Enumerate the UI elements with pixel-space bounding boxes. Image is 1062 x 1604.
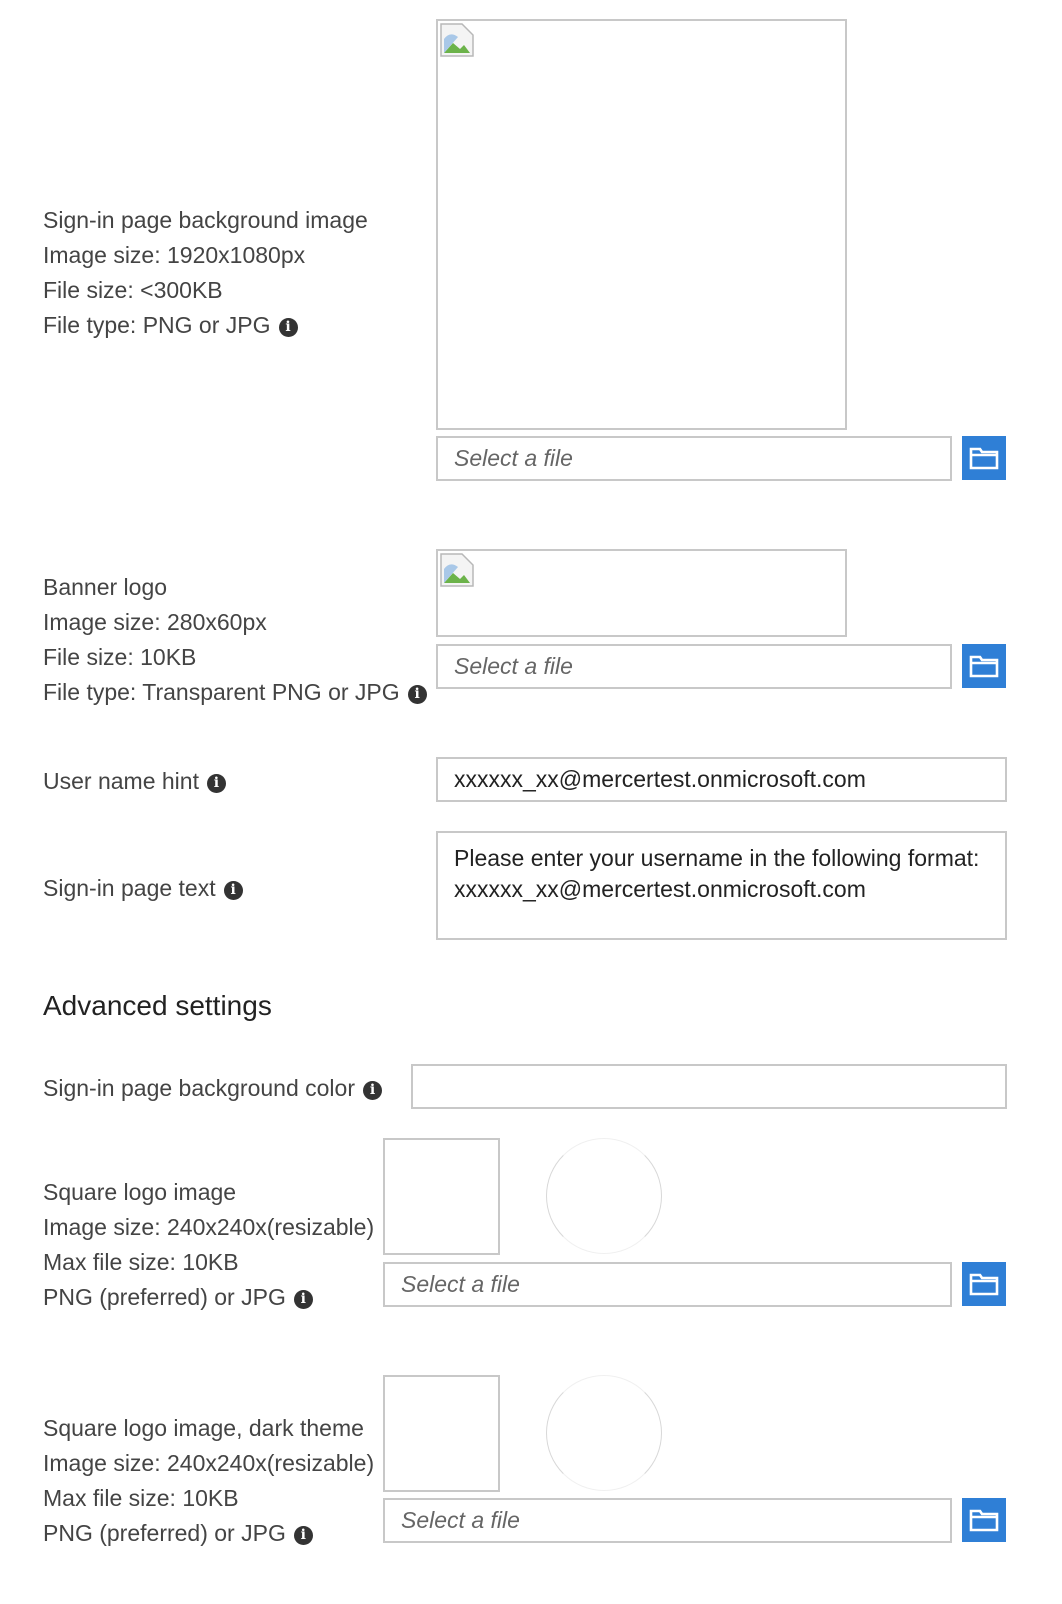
advanced-settings-heading: Advanced settings (43, 990, 272, 1021)
square-logo-dark-title: Square logo image, dark theme (43, 1415, 364, 1441)
background-image-labels: Sign-in page background image Image size… (43, 203, 368, 343)
info-icon[interactable]: i (362, 1081, 382, 1100)
folder-icon (969, 655, 999, 678)
banner-logo-title: Banner logo (43, 574, 168, 600)
signin-text-label: Sign-in page text (43, 875, 216, 901)
info-icon[interactable]: i (278, 318, 298, 337)
username-hint-label-row: User name hint i (43, 764, 226, 799)
background-image-file-input[interactable]: Select a file (436, 436, 952, 481)
info-icon[interactable]: i (293, 1290, 313, 1309)
square-logo-browse-button[interactable] (962, 1262, 1006, 1306)
username-hint-label-line: User name hint i (43, 764, 226, 799)
signin-text-label-line: Sign-in page text i (43, 871, 243, 906)
broken-image-icon (440, 23, 474, 57)
square-logo-dark-round-preview (546, 1375, 662, 1491)
info-icon[interactable]: i (407, 685, 427, 704)
background-image-file-type: File type: PNG or JPG (43, 312, 271, 338)
info-icon[interactable]: i (206, 774, 226, 793)
info-icon[interactable]: i (223, 881, 243, 900)
bg-color-label: Sign-in page background color (43, 1075, 355, 1101)
signin-text-line-2: xxxxxx_xx@mercertest.onmicrosoft.com (454, 876, 866, 902)
background-image-size: Image size: 1920x1080px (43, 242, 306, 268)
username-hint-input[interactable]: xxxxxx_xx@mercertest.onmicrosoft.com (436, 757, 1007, 802)
banner-logo-labels: Banner logo Image size: 280x60px File si… (43, 570, 427, 710)
square-logo-title: Square logo image (43, 1179, 237, 1205)
banner-logo-browse-button[interactable] (962, 644, 1006, 688)
banner-logo-file-size: File size: 10KB (43, 644, 197, 670)
banner-logo-size: Image size: 280x60px (43, 609, 267, 635)
square-logo-size: Image size: 240x240x(resizable) (43, 1214, 375, 1240)
square-logo-dark-file-input[interactable]: Select a file (383, 1498, 952, 1543)
banner-logo-file-type: File type: Transparent PNG or JPG (43, 679, 400, 705)
square-logo-labels: Square logo image Image size: 240x240x(r… (43, 1175, 374, 1315)
square-logo-dark-preview (383, 1375, 500, 1492)
square-logo-dark-file-type-row: PNG (preferred) or JPG i (43, 1516, 374, 1551)
info-icon[interactable]: i (293, 1526, 313, 1545)
background-image-file-size: File size: <300KB (43, 277, 223, 303)
bg-color-label-row: Sign-in page background color i (43, 1071, 382, 1106)
banner-logo-preview (436, 549, 847, 637)
square-logo-dark-file-size: Max file size: 10KB (43, 1485, 239, 1511)
broken-image-icon (440, 553, 474, 587)
square-logo-file-input[interactable]: Select a file (383, 1262, 952, 1307)
square-logo-dark-size: Image size: 240x240x(resizable) (43, 1450, 375, 1476)
square-logo-file-type: PNG (preferred) or JPG (43, 1284, 286, 1310)
background-image-file-type-row: File type: PNG or JPG i (43, 308, 368, 343)
background-image-browse-button[interactable] (962, 436, 1006, 480)
signin-text-line-1: Please enter your username in the follow… (454, 845, 980, 871)
signin-text-textarea[interactable]: Please enter your username in the follow… (436, 831, 1007, 940)
square-logo-preview (383, 1138, 500, 1255)
square-logo-dark-labels: Square logo image, dark theme Image size… (43, 1411, 374, 1551)
folder-icon (969, 447, 999, 470)
square-logo-file-type-row: PNG (preferred) or JPG i (43, 1280, 374, 1315)
banner-logo-file-input[interactable]: Select a file (436, 644, 952, 689)
folder-icon (969, 1273, 999, 1296)
background-image-preview (436, 19, 847, 430)
square-logo-dark-browse-button[interactable] (962, 1498, 1006, 1542)
folder-icon (969, 1509, 999, 1532)
square-logo-dark-file-type: PNG (preferred) or JPG (43, 1520, 286, 1546)
signin-text-label-row: Sign-in page text i (43, 871, 243, 906)
bg-color-input[interactable] (411, 1064, 1007, 1109)
username-hint-label: User name hint (43, 768, 199, 794)
square-logo-file-size: Max file size: 10KB (43, 1249, 239, 1275)
square-logo-round-preview (546, 1138, 662, 1254)
bg-color-label-line: Sign-in page background color i (43, 1071, 382, 1106)
background-image-title: Sign-in page background image (43, 207, 368, 233)
banner-logo-file-type-row: File type: Transparent PNG or JPG i (43, 675, 427, 710)
